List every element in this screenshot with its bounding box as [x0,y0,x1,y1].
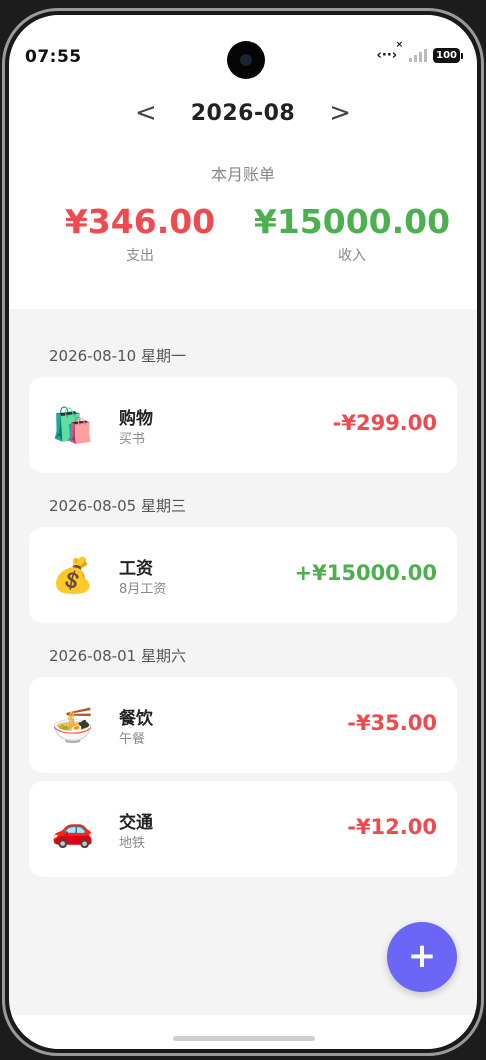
transaction-category: 交通 [119,813,153,833]
transaction-amount: -¥299.00 [332,411,437,435]
transaction-note: 买书 [119,432,146,447]
bottom-bar [9,1015,477,1049]
transaction-card[interactable]: 🍜 餐饮 午餐 -¥35.00 [29,677,457,773]
status-icons: ‹··› × 100 [376,40,463,63]
transaction-category: 餐饮 [119,709,153,729]
transaction-amount: -¥35.00 [347,711,437,735]
income-label: 收入 [338,248,366,264]
transaction-amount: +¥15000.00 [294,561,437,585]
expense-total: ¥346.00 [64,202,216,241]
prev-month-button[interactable]: < [135,97,157,129]
expense-label: 支出 [126,248,154,264]
transaction-card[interactable]: 💰 工资 8月工资 +¥15000.00 [29,527,457,623]
header-panel: 07:55 ‹··› × 100 < 2026-08 > 本月账单 ¥346.0… [9,15,477,309]
shopping-bags-icon: 🛍️ [51,406,95,446]
car-icon: 🚗 [51,810,95,850]
date-header: 2026-08-05 星期三 [49,497,186,515]
battery-icon: 100 [433,48,463,63]
add-transaction-button[interactable]: + [387,922,457,992]
date-header: 2026-08-10 星期一 [49,347,186,365]
income-summary: ¥15000.00 收入 [242,203,462,265]
status-bar: 07:55 ‹··› × 100 [9,15,477,79]
network-icon: ‹··› × [376,40,404,63]
transaction-amount: -¥12.00 [347,815,437,839]
transaction-category: 工资 [119,559,153,579]
money-bag-icon: 💰 [51,556,95,596]
current-month-label: 2026-08 [190,100,296,126]
noodle-bowl-icon: 🍜 [51,706,95,746]
transaction-list: 2026-08-10 星期一 🛍️ 购物 买书 -¥299.00 2026-08… [29,345,457,877]
transaction-category: 购物 [119,409,153,429]
transaction-note: 地铁 [119,836,146,851]
signal-icon [409,49,428,62]
income-total: ¥15000.00 [253,202,451,241]
phone-frame: 07:55 ‹··› × 100 < 2026-08 > 本月账单 ¥346.0… [2,8,484,1056]
transaction-note: 8月工资 [119,582,167,597]
transaction-card[interactable]: 🛍️ 购物 买书 -¥299.00 [29,377,457,473]
app-screen: 07:55 ‹··› × 100 < 2026-08 > 本月账单 ¥346.0… [9,15,477,1049]
date-header: 2026-08-01 星期六 [49,647,186,665]
transaction-note: 午餐 [119,732,146,747]
summary-title: 本月账单 [210,165,275,184]
status-time: 07:55 [25,47,82,67]
expense-summary: ¥346.00 支出 [30,203,250,265]
next-month-button[interactable]: > [329,97,351,129]
camera-cutout [227,41,265,79]
battery-level: 100 [433,48,460,63]
transaction-card[interactable]: 🚗 交通 地铁 -¥12.00 [29,781,457,877]
home-indicator[interactable] [173,1036,315,1041]
month-navigator: < 2026-08 > [9,97,477,129]
